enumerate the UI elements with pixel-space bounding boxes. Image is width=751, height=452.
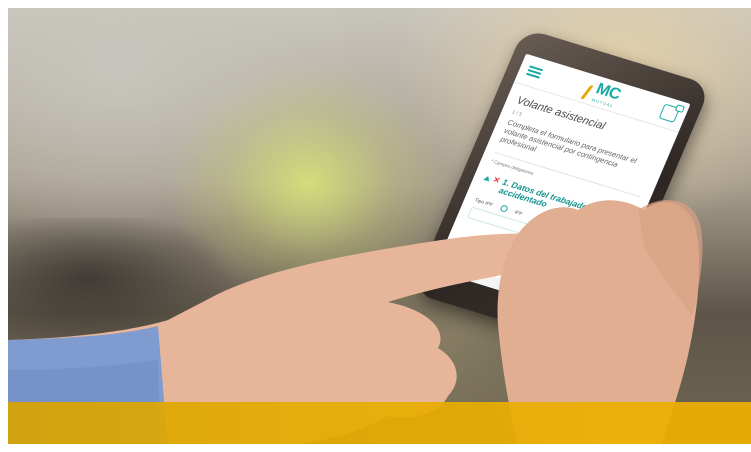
yellow-banner — [8, 402, 751, 444]
background-shadow — [8, 218, 238, 348]
phone-screen: MC MUTUAL Volante asistencial 1 / 3 Comp… — [434, 53, 691, 321]
smartphone: MC MUTUAL Volante asistencial 1 / 3 Comp… — [411, 28, 712, 351]
footer-text: Paso 1 — [577, 305, 595, 316]
radio-label: IPF — [513, 209, 524, 217]
collapse-triangle-icon — [483, 175, 492, 182]
field-label: Tipo IPF — [473, 196, 494, 208]
hero-image-frame: MC MUTUAL Volante asistencial 1 / 3 Comp… — [0, 0, 751, 452]
hamburger-menu-icon[interactable] — [525, 65, 544, 79]
background-photo: MC MUTUAL Volante asistencial 1 / 3 Comp… — [8, 8, 751, 444]
x-mark-icon: ✕ — [491, 174, 502, 186]
radio-button[interactable] — [499, 204, 509, 213]
phone-contact-icon[interactable] — [658, 103, 681, 123]
